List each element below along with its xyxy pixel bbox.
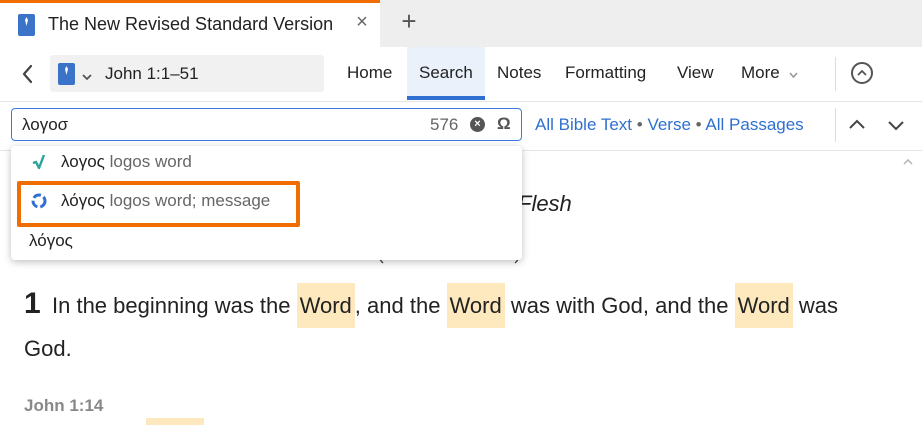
scope-verse[interactable]: Verse: [647, 115, 690, 134]
verse-text-part: was: [792, 293, 839, 318]
collapse-toolbar-icon[interactable]: [851, 62, 873, 84]
menu-notes[interactable]: Notes: [497, 63, 541, 83]
divider: [835, 57, 836, 91]
verse-text: In the beginning was the Word, and the W…: [52, 283, 839, 328]
search-hit-partial: [146, 418, 204, 425]
verse-number: 1: [24, 287, 41, 320]
suggestion-gloss: logos word: [109, 152, 192, 171]
book-icon: [58, 63, 75, 85]
tab-nrsv[interactable]: The New Revised Standard Version ×: [0, 0, 380, 47]
verse-text-part: was with God, and the: [504, 293, 735, 318]
suggestion-term: λογος: [61, 152, 105, 171]
search-hit[interactable]: Word: [734, 283, 793, 328]
reference-label[interactable]: John 1:1–51: [105, 64, 199, 84]
menu-formatting[interactable]: Formatting: [565, 63, 646, 83]
scroll-up-icon[interactable]: [902, 154, 914, 165]
back-icon[interactable]: [18, 61, 38, 87]
search-hit[interactable]: Word: [296, 283, 355, 328]
scope-all-passages[interactable]: All Passages: [705, 115, 803, 134]
reference-box[interactable]: John 1:1–51: [50, 55, 324, 92]
new-tab-button[interactable]: +: [396, 8, 422, 34]
search-scope: All Bible Text • Verse • All Passages: [535, 115, 804, 135]
menu-search-underline: [407, 96, 485, 100]
menu-home[interactable]: Home: [347, 63, 392, 83]
chevron-down-icon[interactable]: [81, 69, 93, 81]
suggestion-item[interactable]: λόγος: [29, 231, 73, 251]
clear-icon[interactable]: ×: [470, 117, 485, 132]
verse-text-part: , and the: [354, 293, 447, 318]
verse-text-continued: God.: [24, 336, 72, 361]
suggestion-term: λόγος: [29, 231, 73, 250]
greek-keyboard-icon[interactable]: Ω: [497, 114, 511, 134]
scope-bible-text[interactable]: All Bible Text: [535, 115, 632, 134]
toolbar: John 1:1–51 Home Search Notes Formatting…: [0, 47, 922, 102]
search-hit[interactable]: Word: [446, 283, 505, 328]
close-tab-icon[interactable]: ×: [350, 10, 374, 34]
chevron-up-icon[interactable]: [846, 114, 868, 136]
search-input[interactable]: λογοσ 576 × Ω: [11, 108, 522, 141]
chevron-down-icon[interactable]: [885, 114, 907, 136]
menu-more[interactable]: More: [741, 63, 780, 83]
result-count: 576: [430, 115, 459, 134]
menu-view[interactable]: View: [677, 63, 714, 83]
section-heading: Flesh: [518, 191, 572, 216]
tab-title: The New Revised Standard Version: [48, 14, 334, 34]
suggestion-item[interactable]: λογος logos word: [31, 152, 192, 172]
search-query[interactable]: λογοσ: [22, 115, 68, 135]
verse-text-part: In the beginning was the: [52, 293, 297, 318]
menu-search[interactable]: Search: [419, 63, 473, 83]
root-lemma-icon: [31, 153, 49, 171]
scope-separator: •: [636, 115, 643, 134]
scope-separator: •: [695, 115, 702, 134]
chevron-down-icon[interactable]: [788, 67, 799, 79]
tab-strip: The New Revised Standard Version × +: [0, 0, 922, 47]
book-icon: [18, 14, 35, 36]
annotation-highlight-box: [17, 181, 300, 227]
divider: [835, 108, 836, 142]
passage-reference[interactable]: John 1:14: [24, 396, 103, 416]
